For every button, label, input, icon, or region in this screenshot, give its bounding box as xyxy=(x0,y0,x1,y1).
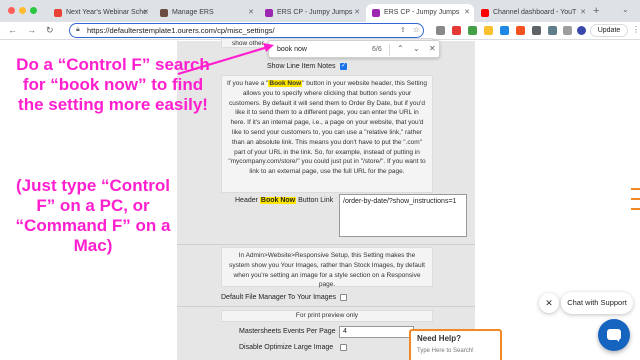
reload-icon[interactable]: ↻ xyxy=(46,25,54,36)
extension-icon[interactable] xyxy=(516,26,525,35)
more-menu-icon[interactable]: ⋮ xyxy=(632,25,640,34)
disable-optimize-label: Disable Optimize Large Image xyxy=(239,344,334,351)
maximize-window-button[interactable] xyxy=(30,7,37,14)
youtube-icon xyxy=(481,9,489,17)
site-favicon-icon xyxy=(372,9,380,17)
browser-tab[interactable]: ERS CP - Jumpy Jumps ✕ xyxy=(259,4,364,22)
back-arrow-icon[interactable]: ← xyxy=(8,25,17,35)
find-match-count: 6/6 xyxy=(372,46,382,53)
print-preview-note: For print preview only xyxy=(221,310,433,322)
chat-close-icon[interactable]: ✕ xyxy=(539,293,559,313)
close-tab-icon[interactable]: ✕ xyxy=(464,8,470,16)
extension-icon[interactable] xyxy=(532,26,541,35)
close-tab-icon[interactable]: ✕ xyxy=(248,8,254,16)
help-search-input[interactable]: Type Here to Search! xyxy=(417,348,474,354)
lock-icon: 🔒︎ xyxy=(76,26,80,33)
extension-icon[interactable] xyxy=(436,26,445,35)
book-now-help-box: If you have a "Book Now" button in your … xyxy=(221,75,433,193)
find-previous-icon[interactable]: ⌃ xyxy=(397,44,404,53)
disable-optimize-checkbox[interactable] xyxy=(340,344,347,351)
gmail-icon xyxy=(54,9,62,17)
find-input[interactable]: book now xyxy=(277,46,307,53)
bookmark-star-icon[interactable]: ☆ xyxy=(413,26,419,34)
chat-launcher-button[interactable] xyxy=(598,319,630,351)
responsive-help-box: In Admin>Website>Responsive Setup, this … xyxy=(221,247,433,288)
close-tab-icon[interactable]: ✕ xyxy=(143,8,149,16)
chat-bubble-icon xyxy=(607,329,621,342)
browser-tab[interactable]: Manage ERS ✕ xyxy=(154,4,258,22)
extension-icon[interactable] xyxy=(500,26,509,35)
minimize-window-button[interactable] xyxy=(19,7,26,14)
puzzle-icon[interactable] xyxy=(548,26,557,35)
new-tab-button[interactable]: + xyxy=(593,5,599,17)
avatar[interactable] xyxy=(577,26,586,35)
share-icon[interactable]: ⇪ xyxy=(400,26,406,34)
find-close-icon[interactable]: ✕ xyxy=(429,44,436,53)
find-in-page-bar: book now 6/6 ⌃ ⌄ ✕ xyxy=(268,40,440,58)
browser-tab-strip: Next Year's Webinar Sche ✕ Manage ERS ✕ … xyxy=(0,0,640,22)
mastersheets-events-input[interactable]: 4 xyxy=(339,326,414,338)
find-next-icon[interactable]: ⌄ xyxy=(413,44,420,53)
header-book-now-link-textarea[interactable]: /order-by-date/?show_instructions=1 xyxy=(339,194,467,237)
site-favicon-icon xyxy=(265,9,273,17)
extension-icon[interactable] xyxy=(468,26,477,35)
divider xyxy=(177,306,475,307)
menu-lines-icon[interactable] xyxy=(631,188,640,218)
forward-arrow-icon[interactable]: → xyxy=(27,25,36,35)
need-help-widget[interactable]: Need Help? Type Here to Search! xyxy=(409,329,502,360)
close-window-button[interactable] xyxy=(8,7,15,14)
show-line-item-notes-label: Show Line Item Notes xyxy=(267,63,336,70)
extension-icon[interactable] xyxy=(484,26,493,35)
browser-tab-active[interactable]: ERS CP - Jumpy Jumps ✕ xyxy=(366,4,474,22)
divider xyxy=(389,44,390,56)
mastersheets-events-label: Mastersheets Events Per Page xyxy=(239,328,336,335)
header-book-now-link-label: Header Book Now Button Link xyxy=(235,197,334,204)
annotation-sub-text: (Just type “Control F” on a PC, or “Comm… xyxy=(15,176,171,255)
browser-tab[interactable]: Next Year's Webinar Sche ✕ xyxy=(48,4,153,22)
annotation-main-text: Do a “Control F” search for “book now” t… xyxy=(16,55,210,114)
default-file-manager-checkbox[interactable] xyxy=(340,294,347,301)
show-line-item-notes-checkbox[interactable] xyxy=(340,62,347,70)
divider xyxy=(177,244,475,245)
address-bar[interactable]: 🔒︎ https://defaulterstemplate1.ourers.co… xyxy=(69,23,424,38)
update-button[interactable]: Update xyxy=(590,24,628,37)
site-favicon-icon xyxy=(160,9,168,17)
tab-search-icon[interactable]: ⌄ xyxy=(622,5,629,14)
browser-tab[interactable]: Channel dashboard - YouT ✕ xyxy=(475,4,590,22)
close-tab-icon[interactable]: ✕ xyxy=(354,8,360,16)
settings-panel: show other Show Line Item Notes If you h… xyxy=(177,38,475,360)
chat-with-support-label[interactable]: Chat with Support xyxy=(561,292,633,314)
default-file-manager-label: Default File Manager To Your Images xyxy=(221,294,337,301)
extension-icon[interactable] xyxy=(452,26,461,35)
sidebar-icon[interactable] xyxy=(563,26,572,35)
close-tab-icon[interactable]: ✕ xyxy=(580,8,586,16)
